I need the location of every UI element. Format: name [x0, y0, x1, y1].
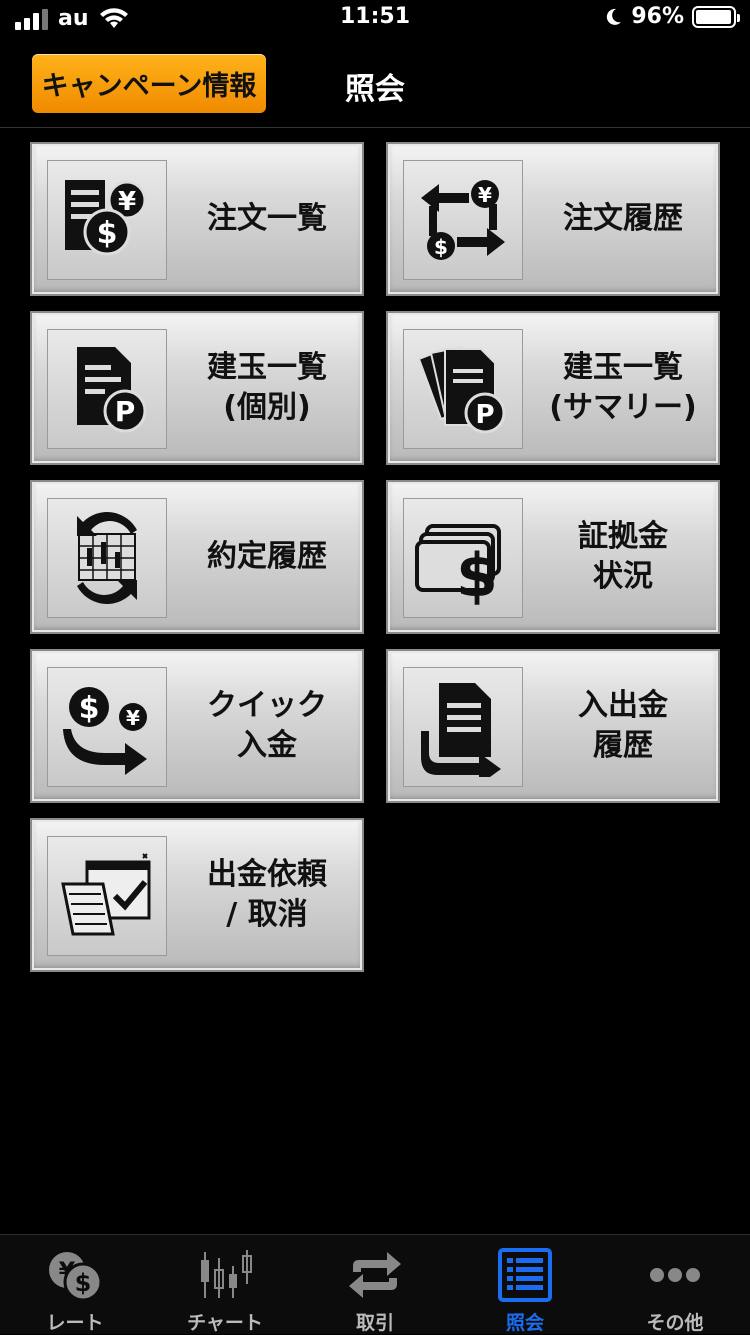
- tile-deposit-withdraw-history[interactable]: 入出金 履歴: [386, 649, 720, 803]
- margin-status-icon: $: [403, 498, 523, 618]
- tile-label: 約定履歴: [172, 482, 362, 632]
- execution-history-icon: [47, 498, 167, 618]
- tab-inquiry[interactable]: 照会: [450, 1235, 600, 1335]
- header: キャンペーン情報 照会: [0, 40, 750, 128]
- svg-text:P: P: [115, 395, 136, 428]
- rate-icon: ¥ $: [45, 1247, 105, 1302]
- svg-text:$: $: [456, 541, 498, 608]
- tile-order-list[interactable]: ¥ $ 注文一覧: [30, 142, 364, 296]
- tile-margin-status[interactable]: $ 証拠金 状況: [386, 480, 720, 634]
- status-right: 96%: [603, 4, 740, 29]
- tile-label-line: 注文一覧: [207, 201, 327, 236]
- tab-chart[interactable]: チャート: [150, 1235, 300, 1335]
- tile-label: 建玉一覧 (個別): [172, 313, 362, 463]
- tile-label: 注文履歴: [528, 144, 718, 294]
- tile-label: 注文一覧: [172, 144, 362, 294]
- svg-text:¥: ¥: [126, 706, 140, 730]
- trade-icon: [345, 1247, 405, 1302]
- tile-label-line: 証拠金: [578, 519, 668, 554]
- battery-percent: 96%: [631, 4, 684, 29]
- tab-label: 取引: [355, 1312, 394, 1334]
- tab-more[interactable]: その他: [600, 1235, 750, 1335]
- tile-label-line: クイック: [207, 688, 327, 723]
- tile-label-line: 状況: [593, 559, 653, 594]
- tile-label: 建玉一覧 (サマリー): [528, 313, 718, 463]
- tile-order-history[interactable]: ¥ $ 注文履歴: [386, 142, 720, 296]
- withdraw-request-icon: [47, 836, 167, 956]
- status-bar: au 11:51 96%: [0, 0, 750, 40]
- tile-position-list-individual[interactable]: P 建玉一覧 (個別): [30, 311, 364, 465]
- menu-grid: ¥ $ 注文一覧 ¥ $ 注文履歴 P 建玉一覧 (個別) P 建玉一覧 (サマ…: [30, 142, 720, 972]
- svg-text:¥: ¥: [478, 183, 492, 207]
- tab-label: その他: [646, 1312, 704, 1334]
- tab-label: 照会: [505, 1312, 544, 1334]
- battery-fill: [696, 9, 731, 24]
- tile-position-list-summary[interactable]: P 建玉一覧 (サマリー): [386, 311, 720, 465]
- chart-icon: [195, 1247, 255, 1302]
- tile-label-line: (サマリー): [549, 390, 697, 425]
- tile-quick-deposit[interactable]: $ ¥ クイック 入金: [30, 649, 364, 803]
- tab-trade[interactable]: 取引: [300, 1235, 450, 1335]
- inquiry-icon: [495, 1247, 555, 1302]
- svg-text:¥: ¥: [118, 187, 136, 217]
- quick-deposit-icon: $ ¥: [47, 667, 167, 787]
- tile-label: 証拠金 状況: [528, 482, 718, 632]
- tile-label-line: (個別): [223, 390, 311, 425]
- svg-text:$: $: [434, 235, 448, 259]
- tile-label: 出金依頼 / 取消: [172, 820, 362, 970]
- page-title: 照会: [345, 72, 405, 107]
- tile-label-line: / 取消: [226, 897, 308, 932]
- order-list-icon: ¥ $: [47, 160, 167, 280]
- position-list-icon: P: [47, 329, 167, 449]
- tile-label-line: 履歴: [593, 728, 653, 763]
- tile-label-line: 建玉一覧: [563, 350, 683, 385]
- tile-label-line: 建玉一覧: [207, 350, 327, 385]
- tab-bar: ¥ $ レート チャート 取引: [0, 1234, 750, 1334]
- tile-label-line: 出金依頼: [207, 857, 327, 892]
- battery-icon: [692, 5, 740, 28]
- svg-text:$: $: [79, 691, 100, 726]
- tile-label-line: 入金: [237, 728, 297, 763]
- svg-text:$: $: [97, 216, 118, 251]
- tile-label-line: 注文履歴: [563, 201, 683, 236]
- tile-execution-history[interactable]: 約定履歴: [30, 480, 364, 634]
- order-history-icon: ¥ $: [403, 160, 523, 280]
- tab-rate[interactable]: ¥ $ レート: [0, 1235, 150, 1335]
- tile-label-line: 約定履歴: [207, 539, 327, 574]
- moon-icon: [607, 8, 622, 25]
- tile-label: 入出金 履歴: [528, 651, 718, 801]
- svg-text:$: $: [75, 1269, 92, 1297]
- deposit-withdraw-history-icon: [403, 667, 523, 787]
- position-summary-icon: P: [403, 329, 523, 449]
- svg-text:P: P: [475, 400, 494, 430]
- tile-label-line: 入出金: [578, 688, 668, 723]
- tile-label: クイック 入金: [172, 651, 362, 801]
- tab-label: レート: [46, 1312, 104, 1334]
- more-icon: [645, 1247, 705, 1302]
- tab-label: チャート: [187, 1312, 263, 1334]
- tile-withdraw-request[interactable]: 出金依頼 / 取消: [30, 818, 364, 972]
